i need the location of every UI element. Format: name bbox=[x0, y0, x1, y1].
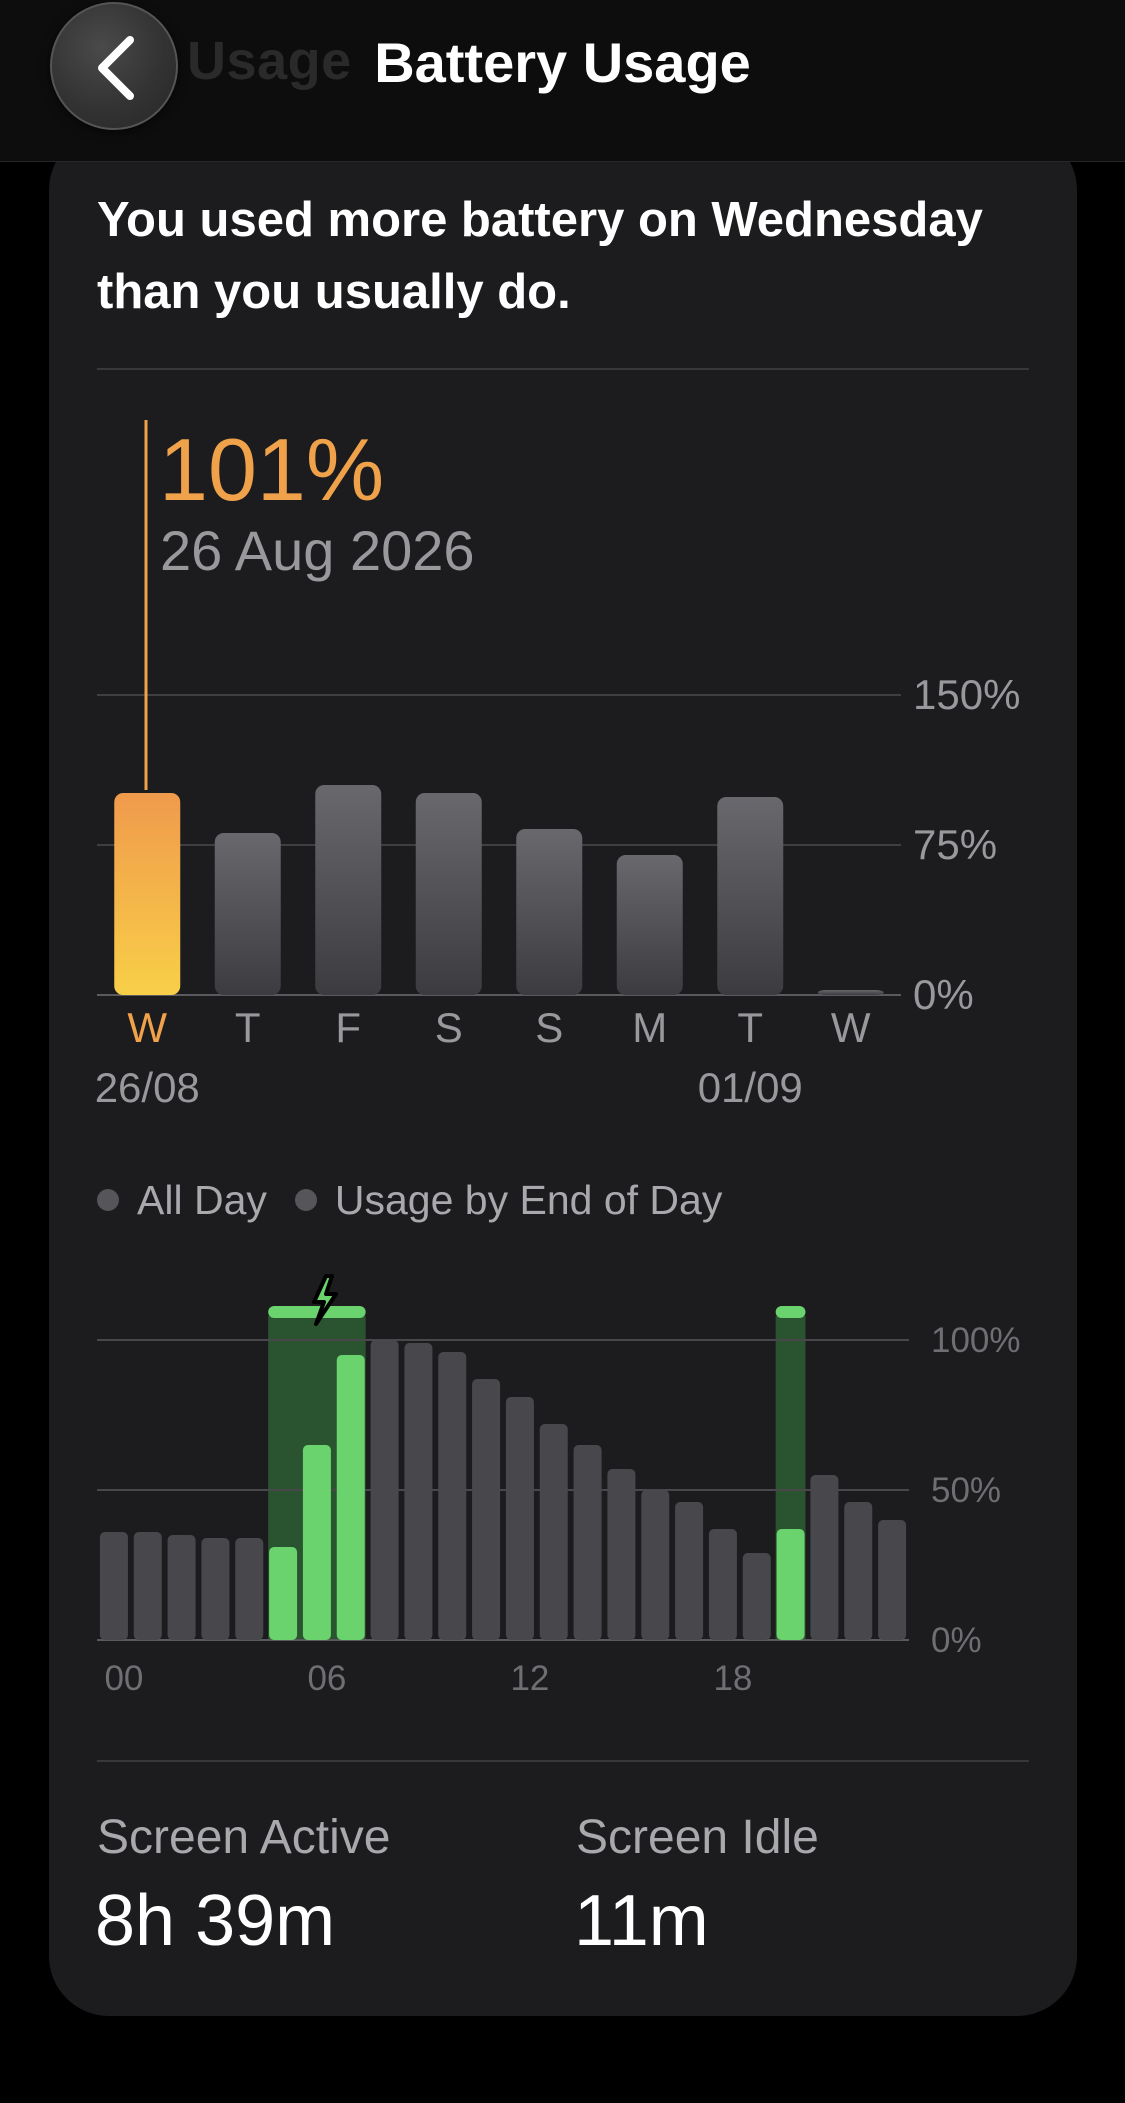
day-label: S bbox=[435, 1004, 463, 1051]
hour-bar[interactable] bbox=[878, 1520, 907, 1640]
screen-active-value: 8h 39m bbox=[95, 1881, 336, 1961]
battery-summary-card: You used more battery on Wednesday than … bbox=[49, 130, 1077, 2016]
screen-active-label: Screen Active bbox=[97, 1811, 391, 1864]
hour-bar[interactable] bbox=[844, 1502, 873, 1640]
hour-bar[interactable] bbox=[708, 1529, 737, 1640]
y-tick-label: 0% bbox=[913, 971, 974, 1018]
hour-bar[interactable] bbox=[573, 1445, 602, 1640]
divider-bottom bbox=[97, 1760, 1029, 1762]
hour-bar[interactable] bbox=[641, 1490, 670, 1640]
legend-usage-end-of-day[interactable]: Usage by End of Day bbox=[294, 1176, 723, 1224]
selected-date: 26 Aug 2026 bbox=[160, 519, 475, 582]
day-label: F bbox=[335, 1004, 361, 1051]
day-bar[interactable] bbox=[516, 829, 583, 995]
hour-bar[interactable] bbox=[370, 1340, 399, 1640]
nav-bar: ily Usage Battery Usage bbox=[0, 0, 1125, 162]
legend-dot bbox=[97, 1189, 119, 1211]
hour-bar[interactable] bbox=[336, 1355, 365, 1640]
chart-legend: All Day Usage by End of Day bbox=[97, 1170, 750, 1230]
x-tick-label: 18 bbox=[713, 1659, 752, 1698]
hour-bar[interactable] bbox=[269, 1547, 298, 1640]
legend-all-day-label: All Day bbox=[137, 1176, 267, 1223]
y-tick-label: 100% bbox=[931, 1321, 1021, 1360]
hour-bar[interactable] bbox=[776, 1529, 805, 1640]
y-tick-label: 150% bbox=[913, 671, 1020, 718]
legend-dot bbox=[294, 1189, 317, 1211]
day-bar[interactable] bbox=[817, 990, 884, 995]
hour-bar[interactable] bbox=[99, 1532, 128, 1640]
day-label: W bbox=[127, 1004, 167, 1051]
screen-idle-label: Screen Idle bbox=[576, 1811, 819, 1864]
day-bar[interactable] bbox=[616, 855, 683, 995]
selected-value: 101% bbox=[159, 420, 384, 519]
y-tick-label: 0% bbox=[931, 1621, 982, 1660]
date-label: 01/09 bbox=[698, 1064, 803, 1111]
day-label: S bbox=[535, 1004, 563, 1051]
hourly-battery-chart[interactable]: 100% 50% 0% 00 06 12 18 bbox=[49, 1250, 1077, 1710]
x-tick-label: 06 bbox=[307, 1659, 346, 1698]
y-tick-label: 75% bbox=[913, 821, 997, 868]
day-label: W bbox=[831, 1004, 871, 1051]
day-bar[interactable] bbox=[114, 793, 181, 995]
day-label: T bbox=[235, 1004, 261, 1051]
y-tick-label: 50% bbox=[931, 1471, 1001, 1510]
hour-bar[interactable] bbox=[201, 1538, 230, 1640]
hour-bar[interactable] bbox=[167, 1535, 196, 1640]
legend-all-day[interactable]: All Day bbox=[97, 1177, 267, 1224]
hour-bar[interactable] bbox=[438, 1352, 467, 1640]
charging-band-cap bbox=[775, 1306, 806, 1318]
day-bar[interactable] bbox=[315, 785, 382, 995]
day-bar[interactable] bbox=[717, 797, 784, 995]
hour-bar[interactable] bbox=[539, 1424, 568, 1640]
hour-bar[interactable] bbox=[607, 1469, 636, 1640]
hour-bar[interactable] bbox=[810, 1475, 839, 1640]
legend-usage-label: Usage by End of Day bbox=[334, 1176, 723, 1223]
day-bar[interactable] bbox=[214, 833, 281, 995]
day-label: M bbox=[632, 1004, 667, 1051]
hour-bar[interactable] bbox=[505, 1397, 534, 1640]
screen-idle-value: 11m bbox=[574, 1881, 709, 1961]
day-label: T bbox=[737, 1004, 763, 1051]
hour-bar[interactable] bbox=[742, 1553, 771, 1640]
hour-bar[interactable] bbox=[133, 1532, 162, 1640]
hour-bar[interactable] bbox=[472, 1379, 501, 1640]
day-bar[interactable] bbox=[415, 793, 482, 995]
hour-bar[interactable] bbox=[675, 1502, 704, 1640]
hour-bar[interactable] bbox=[302, 1445, 331, 1640]
hour-bar[interactable] bbox=[404, 1343, 433, 1640]
hour-bar[interactable] bbox=[235, 1538, 264, 1640]
date-label: 26/08 bbox=[95, 1064, 200, 1111]
x-tick-label: 00 bbox=[104, 1659, 143, 1698]
weekly-battery-chart[interactable]: 150% 75% 0% W 26/08 T F S S M T 01/09 W 101% 26 Aug … bbox=[49, 130, 1077, 1130]
battery-usage-screen: ily Usage Battery Usage You used more ba… bbox=[0, 0, 1125, 2103]
page-title: Battery Usage bbox=[374, 31, 751, 94]
x-tick-label: 12 bbox=[510, 1659, 549, 1698]
